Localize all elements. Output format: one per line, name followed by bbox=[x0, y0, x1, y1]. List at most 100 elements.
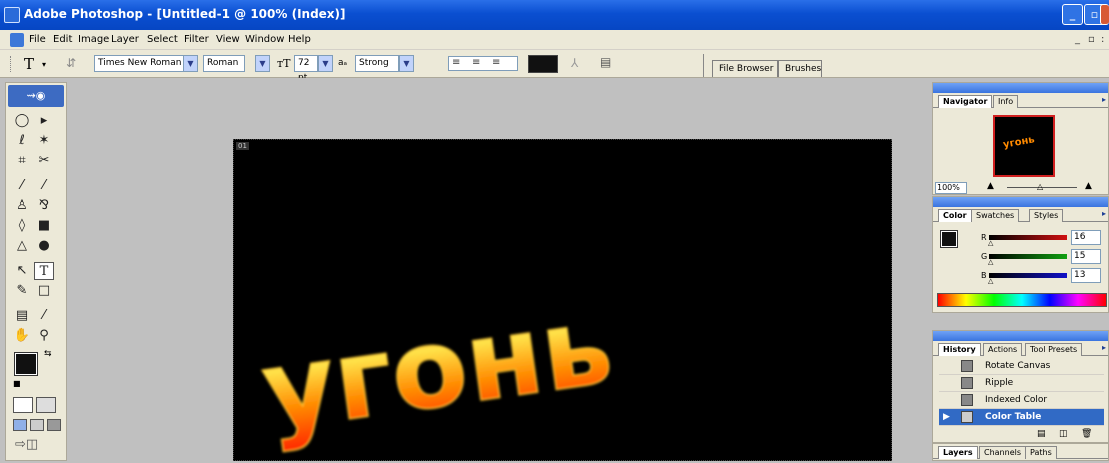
move-tool-icon[interactable]: ▸ bbox=[34, 112, 54, 130]
standard-mode-icon[interactable] bbox=[13, 397, 33, 413]
zoom-slider-thumb[interactable]: △ bbox=[1037, 182, 1043, 191]
history-row[interactable]: Indexed Color bbox=[939, 392, 1104, 409]
channel-g-thumb[interactable]: △ bbox=[988, 258, 993, 266]
channel-r-field[interactable]: 16 bbox=[1071, 230, 1101, 245]
minimize-button[interactable]: _ bbox=[1062, 4, 1083, 25]
menu-view[interactable]: View bbox=[216, 34, 240, 45]
tab-color[interactable]: Color bbox=[938, 209, 972, 222]
clone-stamp-tool-icon[interactable]: ♙ bbox=[12, 197, 32, 215]
document-icon[interactable] bbox=[10, 33, 24, 47]
crop-tool-icon[interactable]: ⌗ bbox=[12, 152, 32, 170]
font-style-dropdown-icon[interactable]: ▼ bbox=[255, 55, 270, 72]
tab-history[interactable]: History bbox=[938, 343, 981, 356]
foreground-color-swatch[interactable] bbox=[14, 352, 38, 376]
delete-state-icon[interactable]: 🗑 bbox=[1081, 429, 1092, 439]
warp-text-icon[interactable]: ⅄ bbox=[571, 56, 578, 70]
history-brush-tool-icon[interactable]: ⅋ bbox=[34, 197, 54, 215]
palettes-toggle-icon[interactable]: ▤ bbox=[600, 55, 611, 69]
font-style-select[interactable]: Roman bbox=[203, 55, 245, 72]
new-snapshot-icon[interactable]: ◫ bbox=[1059, 429, 1068, 439]
color-panel-menu-icon[interactable]: ▸ bbox=[1102, 209, 1106, 218]
align-left-icon[interactable]: ≡ bbox=[452, 57, 460, 68]
panel-menu-icon[interactable]: ▸ bbox=[1102, 95, 1106, 104]
hand-tool-icon[interactable]: ✋ bbox=[12, 327, 32, 345]
quick-mask-mode-icon[interactable] bbox=[36, 397, 56, 413]
grip[interactable] bbox=[10, 56, 12, 72]
document-window[interactable]: 01 угонь bbox=[233, 139, 892, 461]
screen-mode-full-icon[interactable] bbox=[47, 419, 61, 431]
type-tool-preset-icon[interactable]: T bbox=[24, 55, 34, 73]
tab-navigator[interactable]: Navigator bbox=[938, 95, 993, 108]
tab-info[interactable]: Info bbox=[993, 95, 1019, 108]
adobe-online-button[interactable]: ⇝◉ bbox=[8, 85, 64, 107]
history-row[interactable]: ▶ Color Table bbox=[939, 409, 1104, 426]
screen-mode-standard-icon[interactable] bbox=[13, 419, 27, 431]
tab-paths[interactable]: Paths bbox=[1025, 446, 1057, 459]
color-ramp[interactable] bbox=[937, 293, 1107, 307]
history-panel-menu-icon[interactable]: ▸ bbox=[1102, 343, 1106, 352]
channel-b-thumb[interactable]: △ bbox=[988, 277, 993, 285]
default-colors-icon[interactable]: ■ bbox=[13, 379, 21, 388]
zoom-in-icon[interactable]: ▲ bbox=[1085, 181, 1092, 191]
anti-alias-select[interactable]: Strong bbox=[355, 55, 399, 72]
blur-tool-icon[interactable]: △ bbox=[12, 237, 32, 255]
text-color-swatch[interactable] bbox=[528, 55, 558, 73]
color-foreground-swatch[interactable] bbox=[940, 230, 958, 248]
dodge-tool-icon[interactable]: ● bbox=[34, 237, 54, 255]
font-family-dropdown-icon[interactable]: ▼ bbox=[183, 55, 198, 72]
font-size-dropdown-icon[interactable]: ▼ bbox=[318, 55, 333, 72]
navigator-panel-header[interactable] bbox=[933, 83, 1108, 93]
menu-file[interactable]: File bbox=[29, 34, 46, 45]
doc-minimize-icon[interactable]: _ bbox=[1075, 34, 1080, 45]
new-document-from-state-icon[interactable]: ▤ bbox=[1037, 429, 1046, 439]
channel-g-slider[interactable] bbox=[989, 254, 1067, 259]
type-tool-icon[interactable]: T bbox=[34, 262, 54, 280]
tab-file-browser[interactable]: File Browser bbox=[712, 60, 778, 77]
text-orientation-icon[interactable]: ⇵ bbox=[66, 56, 76, 70]
pen-tool-icon[interactable]: ✎ bbox=[12, 282, 32, 300]
screen-mode-full-menu-icon[interactable] bbox=[30, 419, 44, 431]
channel-r-slider[interactable] bbox=[989, 235, 1067, 240]
channel-b-slider[interactable] bbox=[989, 273, 1067, 278]
font-family-select[interactable]: Times New Roman ... bbox=[94, 55, 184, 83]
menu-edit[interactable]: Edit bbox=[53, 34, 72, 45]
close-button[interactable] bbox=[1100, 4, 1109, 25]
tab-styles[interactable]: Styles bbox=[1029, 209, 1064, 222]
tab-actions[interactable]: Actions bbox=[983, 343, 1023, 356]
photoshop-app-icon[interactable] bbox=[4, 7, 20, 23]
history-panel-header[interactable] bbox=[933, 331, 1108, 341]
align-center-icon[interactable]: ≡ bbox=[472, 57, 480, 68]
channel-b-field[interactable]: 13 bbox=[1071, 268, 1101, 283]
navigator-preview[interactable]: угонь bbox=[993, 115, 1055, 177]
eraser-tool-icon[interactable]: ◊ bbox=[12, 217, 32, 235]
doc-restore-icon[interactable]: ▫ bbox=[1088, 34, 1095, 45]
history-row[interactable]: Ripple bbox=[939, 375, 1104, 392]
marquee-tool-icon[interactable]: ◯ bbox=[12, 112, 32, 130]
menu-help[interactable]: Help bbox=[288, 34, 311, 45]
slice-tool-icon[interactable]: ✂ bbox=[34, 152, 54, 170]
jump-to-imageready-icon[interactable]: ⇨◫ bbox=[15, 437, 38, 452]
anti-alias-dropdown-icon[interactable]: ▼ bbox=[399, 55, 414, 72]
color-panel-header[interactable] bbox=[933, 197, 1108, 207]
lasso-tool-icon[interactable]: ℓ bbox=[12, 132, 32, 150]
tab-tool-presets[interactable]: Tool Presets bbox=[1025, 343, 1083, 356]
channel-r-thumb[interactable]: △ bbox=[988, 239, 993, 247]
navigator-zoom-field[interactable]: 100% bbox=[935, 182, 967, 194]
align-right-icon[interactable]: ≡ bbox=[492, 57, 500, 68]
shape-tool-icon[interactable]: □ bbox=[34, 282, 54, 300]
gradient-tool-icon[interactable]: ■ bbox=[34, 217, 54, 235]
preset-dropdown-icon[interactable]: ▾ bbox=[42, 60, 46, 69]
tab-channels[interactable]: Channels bbox=[979, 446, 1027, 459]
zoom-tool-icon[interactable]: ⚲ bbox=[34, 327, 54, 345]
path-selection-tool-icon[interactable]: ↖ bbox=[12, 262, 32, 280]
menu-window[interactable]: Window bbox=[245, 34, 284, 45]
swap-colors-icon[interactable]: ⇆ bbox=[44, 349, 52, 359]
eyedropper-tool-icon[interactable]: ⁄ bbox=[34, 307, 54, 325]
tab-swatches[interactable]: Swatches bbox=[971, 209, 1020, 222]
doc-close-icon[interactable]: : bbox=[1101, 34, 1104, 45]
menu-filter[interactable]: Filter bbox=[184, 34, 209, 45]
healing-brush-tool-icon[interactable]: ⁄ bbox=[12, 177, 32, 195]
channel-g-field[interactable]: 15 bbox=[1071, 249, 1101, 264]
notes-tool-icon[interactable]: ▤ bbox=[12, 307, 32, 325]
magic-wand-tool-icon[interactable]: ✶ bbox=[34, 132, 54, 150]
